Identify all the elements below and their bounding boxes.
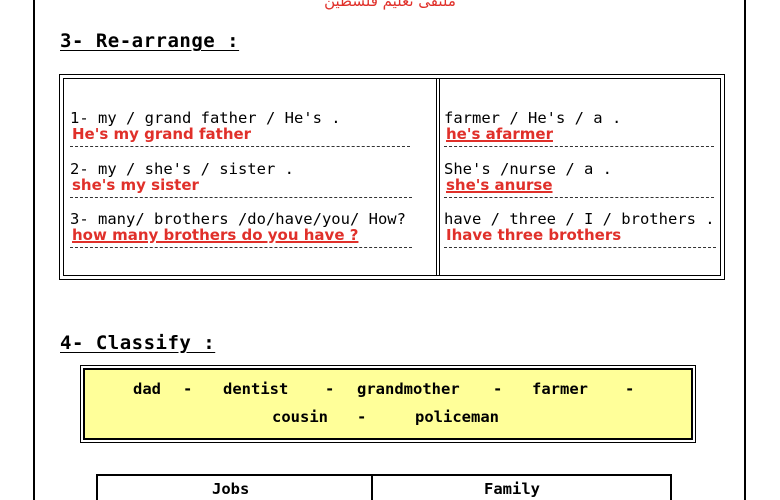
answer-line[interactable]: how many brothers do you have ? xyxy=(70,226,412,248)
answer-line[interactable]: she's anurse xyxy=(444,176,714,198)
rearrange-item-6: have / three / I / brothers . Ihave thre… xyxy=(444,210,716,248)
answer-line[interactable]: he's afarmer xyxy=(444,125,714,147)
classify-table: Jobs Family xyxy=(96,474,672,500)
word-separator: - xyxy=(493,380,503,398)
answer-text: he's afarmer xyxy=(446,125,553,143)
header-watermark: ملتقى تعليم فلسطين xyxy=(324,0,456,10)
rearrange-table: 1- my / grand father / He's . He's my gr… xyxy=(59,74,725,280)
answer-line[interactable]: He's my grand father xyxy=(70,125,410,147)
word-separator: - xyxy=(325,380,335,398)
answer-line[interactable]: she's my sister xyxy=(70,176,412,198)
classify-title: 4- Classify : xyxy=(60,332,216,354)
column-header-family: Family xyxy=(484,480,540,498)
answer-text: He's my grand father xyxy=(72,125,252,143)
word-bank-item: dentist xyxy=(223,380,289,398)
word-bank-item: grandmother xyxy=(357,380,460,398)
word-bank: dad - dentist - grandmother - farmer - c… xyxy=(80,365,696,443)
word-bank-item: policeman xyxy=(415,408,499,426)
answer-text: she's anurse xyxy=(446,176,553,194)
answer-line[interactable]: Ihave three brothers xyxy=(444,226,716,248)
rearrange-item-4: farmer / He's / a . he's afarmer xyxy=(444,109,714,147)
rearrange-item-3: 3- many/ brothers /do/have/you/ How? how… xyxy=(70,210,412,248)
classify-column-divider xyxy=(371,476,373,500)
rearrange-column-divider xyxy=(436,79,440,275)
word-bank-item: farmer xyxy=(532,380,588,398)
word-separator: - xyxy=(357,408,367,426)
page-border-left xyxy=(33,0,35,500)
rearrange-item-5: She's /nurse / a . she's anurse xyxy=(444,160,714,198)
word-separator: - xyxy=(183,380,193,398)
rearrange-item-1: 1- my / grand father / He's . He's my gr… xyxy=(70,109,410,147)
page-border-right xyxy=(744,0,746,500)
rearrange-title: 3- Re-arrange : xyxy=(60,30,240,52)
word-bank-item: dad xyxy=(133,380,161,398)
answer-text: Ihave three brothers xyxy=(446,226,622,244)
word-separator: - xyxy=(625,380,635,398)
rearrange-inner-frame: 1- my / grand father / He's . He's my gr… xyxy=(63,78,721,276)
answer-text: how many brothers do you have ? xyxy=(72,226,359,244)
rearrange-item-2: 2- my / she's / sister . she's my sister xyxy=(70,160,412,198)
answer-text: she's my sister xyxy=(72,176,199,194)
column-header-jobs: Jobs xyxy=(212,480,250,498)
word-bank-item: cousin xyxy=(272,408,328,426)
